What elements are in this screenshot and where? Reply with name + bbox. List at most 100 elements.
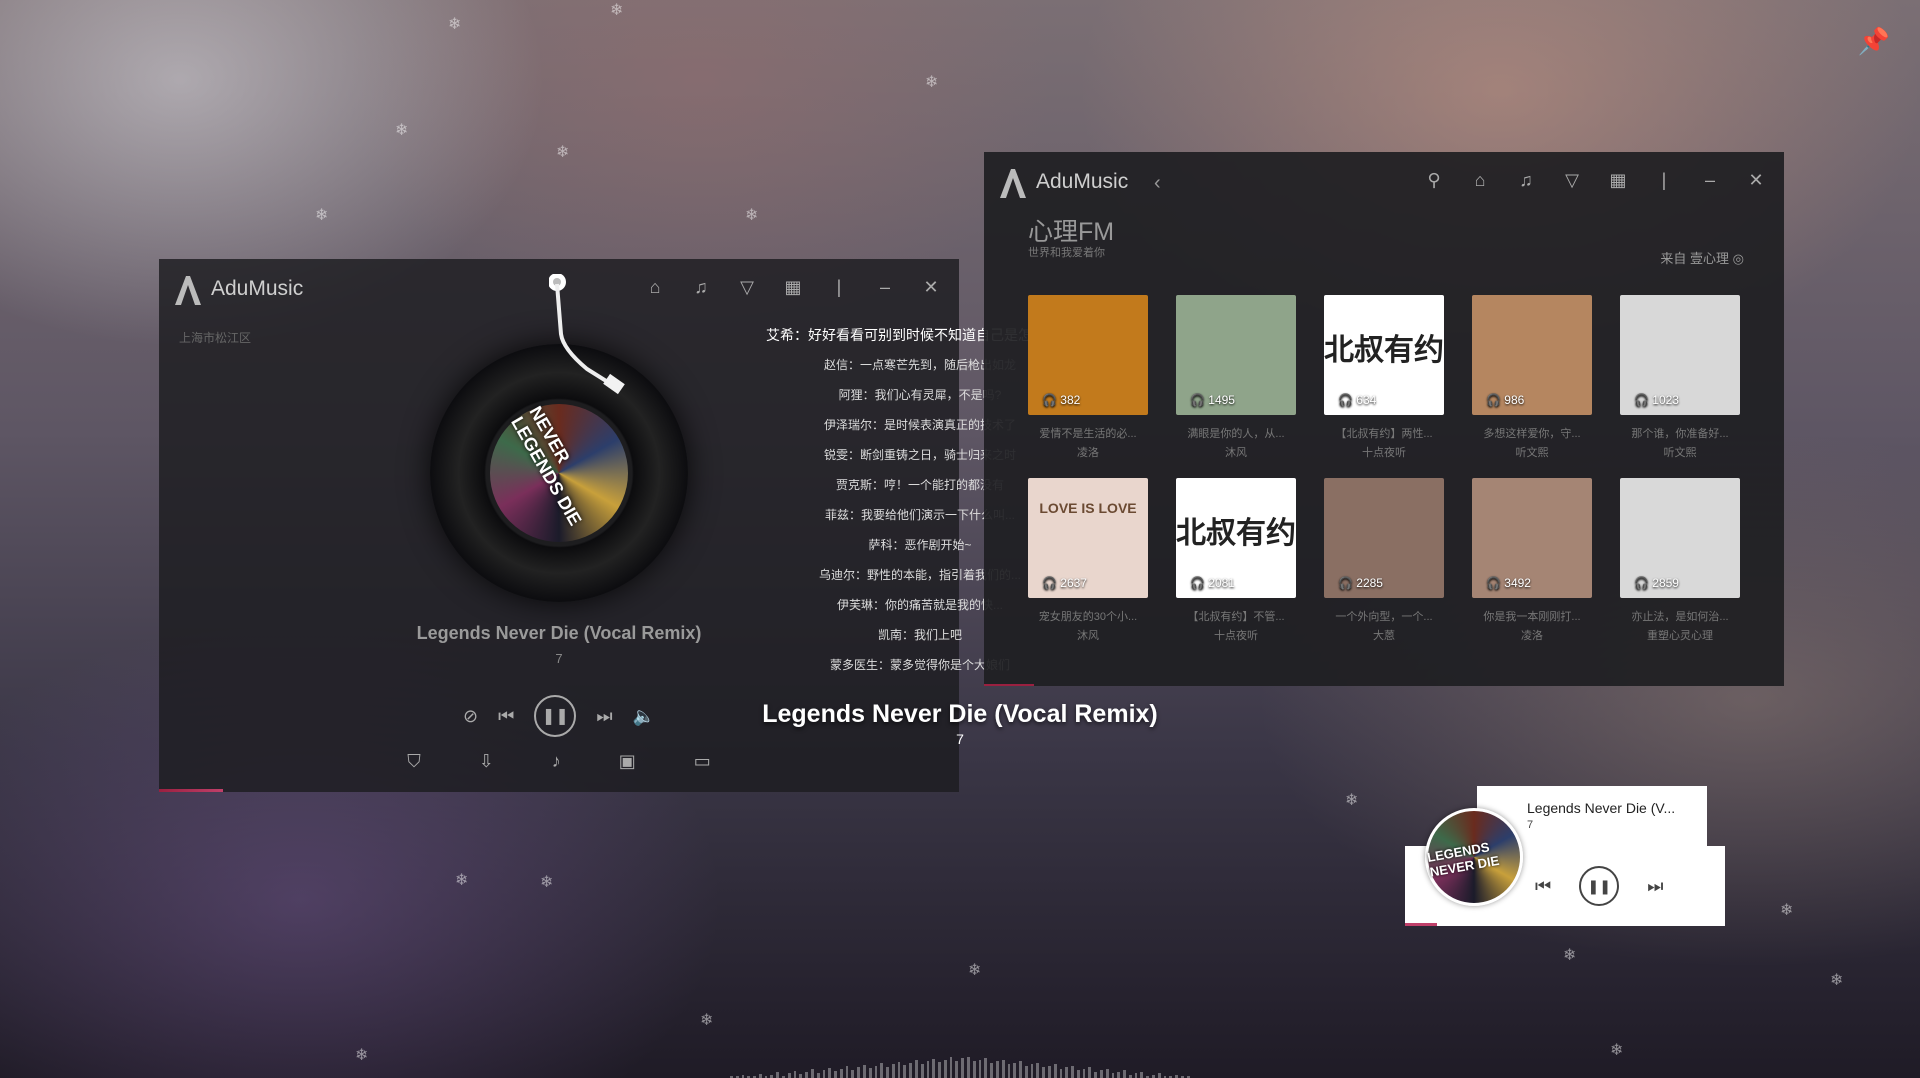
- visualizer-bar: [880, 1063, 884, 1078]
- card-caption[interactable]: 你是我一本刚刚打...: [1472, 608, 1592, 624]
- visualizer-bar: [978, 1059, 982, 1078]
- fm-card[interactable]: 北叔有约 🎧 634 【北叔有约】两性... 十点夜听: [1324, 295, 1444, 460]
- fm-cover[interactable]: 🎧 986: [1472, 295, 1592, 415]
- app-logo-icon: [1000, 169, 1026, 198]
- playback-progress[interactable]: [159, 789, 223, 792]
- title-bar[interactable]: AduMusic ‹ ⚲ ⌂ ♫ ▽ ▦ | – ✕: [984, 152, 1784, 212]
- snowflake-icon: ❄: [315, 207, 329, 224]
- album-art: NEVER LEGENDS DIE: [490, 403, 628, 542]
- fm-cover[interactable]: 🎧 382: [1028, 295, 1148, 415]
- snowflake-icon: ❄: [1830, 972, 1844, 989]
- visualizer-bar: [758, 1073, 762, 1078]
- music-note-icon[interactable]: ♫: [689, 277, 713, 298]
- pin-icon[interactable]: 📌: [1858, 26, 1890, 57]
- card-caption[interactable]: 那个谁，你准备好...: [1620, 425, 1740, 441]
- source-link[interactable]: 来自 壹心理 ◎: [1660, 248, 1744, 267]
- visualizer-bar: [1053, 1064, 1057, 1078]
- play-mode-icon[interactable]: ⊘: [463, 706, 478, 727]
- snowflake-icon: ❄: [455, 872, 469, 889]
- listen-count: 🎧 2859: [1634, 576, 1679, 590]
- app-name: AduMusic: [211, 277, 304, 300]
- card-caption[interactable]: 多想这样爱你，守...: [1472, 425, 1592, 441]
- fm-cover[interactable]: 🎧 2285: [1324, 478, 1444, 598]
- fm-card[interactable]: 🎧 1023 那个谁，你准备好... 听文熙: [1620, 295, 1740, 460]
- listen-count: 🎧 382: [1042, 393, 1080, 407]
- back-icon[interactable]: ‹: [1154, 172, 1161, 195]
- apps-icon[interactable]: ▦: [781, 277, 805, 298]
- visualizer-bar: [938, 1062, 941, 1078]
- visualizer-bar: [1134, 1073, 1138, 1078]
- pause-icon: ❚❚: [541, 708, 569, 725]
- snowflake-icon: ❄: [448, 16, 462, 33]
- fm-card[interactable]: 北叔有约 🎧 2081 【北叔有约】不管... 十点夜听: [1176, 478, 1296, 643]
- close-icon[interactable]: ✕: [1744, 170, 1768, 191]
- skin-icon[interactable]: ▽: [735, 277, 759, 298]
- card-caption[interactable]: 【北叔有约】不管...: [1176, 608, 1296, 624]
- fm-cover[interactable]: 🎧 1495: [1176, 295, 1296, 415]
- card-author: 重塑心灵心理: [1647, 630, 1713, 642]
- lyrics-icon[interactable]: ♪: [552, 751, 561, 772]
- visualizer-bar: [1175, 1074, 1178, 1078]
- snowflake-icon: ❄: [1780, 902, 1794, 919]
- tv-icon[interactable]: ▭: [694, 751, 711, 772]
- fm-card[interactable]: 🎧 2859 亦止法，是如何治... 重塑心灵心理: [1620, 478, 1740, 643]
- visualizer-bar: [1082, 1068, 1086, 1078]
- skin-icon[interactable]: ▽: [1560, 170, 1584, 191]
- visualizer-bar: [834, 1071, 837, 1078]
- volume-icon[interactable]: 🔈: [633, 706, 655, 727]
- next-icon[interactable]: ⏭: [596, 706, 612, 727]
- minimize-icon[interactable]: –: [1698, 170, 1722, 191]
- fm-cover[interactable]: 北叔有约 🎧 634: [1324, 295, 1444, 415]
- bookmark-icon[interactable]: ⛉: [407, 751, 421, 772]
- fm-card[interactable]: LOVE IS LOVE 🎧 2637 宠女朋友的30个小... 沐风: [1028, 478, 1148, 643]
- fm-cover[interactable]: 🎧 2859: [1620, 478, 1740, 598]
- visualizer-bar: [1030, 1064, 1034, 1078]
- card-caption[interactable]: 爱情不是生活的必...: [1028, 425, 1148, 441]
- previous-icon[interactable]: ⏮: [498, 706, 514, 727]
- home-icon[interactable]: ⌂: [1468, 170, 1492, 191]
- next-icon[interactable]: ⏭: [1647, 876, 1663, 897]
- minimize-icon[interactable]: –: [873, 277, 897, 298]
- pause-button[interactable]: ❚❚: [1579, 866, 1620, 906]
- download-icon[interactable]: ⇩: [479, 751, 494, 772]
- card-caption[interactable]: 满眼是你的人，从...: [1176, 425, 1296, 441]
- card-caption[interactable]: 宠女朋友的30个小...: [1028, 608, 1148, 624]
- close-icon[interactable]: ✕: [919, 277, 943, 298]
- fm-cover[interactable]: 🎧 1023: [1620, 295, 1740, 415]
- visualizer-bar: [909, 1062, 912, 1078]
- fm-card[interactable]: 🎧 3492 你是我一本刚刚打... 凌洛: [1472, 478, 1592, 643]
- card-caption[interactable]: 亦止法，是如何治...: [1620, 608, 1740, 624]
- visualizer-bar: [984, 1058, 988, 1078]
- image-icon[interactable]: ▣: [619, 751, 636, 772]
- mini-progress[interactable]: [1405, 923, 1437, 926]
- music-note-icon[interactable]: ♫: [1514, 170, 1538, 191]
- app-logo-icon: [175, 276, 201, 305]
- visualizer-bar: [839, 1068, 843, 1078]
- fm-card[interactable]: 🎧 986 多想这样爱你，守... 听文熙: [1472, 295, 1592, 460]
- card-caption[interactable]: 【北叔有约】两性...: [1324, 425, 1444, 441]
- divider: |: [836, 277, 842, 297]
- fm-cover[interactable]: 北叔有约 🎧 2081: [1176, 478, 1296, 598]
- fm-cover[interactable]: 🎧 3492: [1472, 478, 1592, 598]
- fm-card[interactable]: 🎧 2285 一个外向型，一个... 大蒽: [1324, 478, 1444, 643]
- card-author: 沐风: [1077, 630, 1099, 642]
- card-caption[interactable]: 一个外向型，一个...: [1324, 608, 1444, 624]
- home-icon[interactable]: ⌂: [643, 277, 667, 298]
- fm-window: AduMusic ‹ ⚲ ⌂ ♫ ▽ ▦ | – ✕ 心理FM 世界和我爱着你 …: [984, 152, 1784, 686]
- listen-count: 🎧 2285: [1338, 576, 1383, 590]
- card-author: 十点夜听: [1362, 447, 1406, 459]
- pause-button[interactable]: ❚❚: [534, 695, 577, 737]
- listen-count: 🎧 1023: [1634, 393, 1679, 407]
- fm-card[interactable]: 🎧 382 爱情不是生活的必... 凌洛: [1028, 295, 1148, 460]
- mini-album-art[interactable]: LEGENDS NEVER DIE: [1425, 808, 1523, 906]
- apps-icon[interactable]: ▦: [1606, 170, 1630, 191]
- cover-logo-text: 北叔有约: [1324, 334, 1444, 367]
- card-author: 十点夜听: [1214, 630, 1258, 642]
- search-icon[interactable]: ⚲: [1422, 170, 1446, 191]
- fm-card[interactable]: 🎧 1495 满眼是你的人，从... 沐风: [1176, 295, 1296, 460]
- visualizer-bar: [1157, 1073, 1161, 1078]
- fm-cover[interactable]: LOVE IS LOVE 🎧 2637: [1028, 478, 1148, 598]
- listen-count: 🎧 2637: [1042, 576, 1087, 590]
- previous-icon[interactable]: ⏮: [1535, 876, 1551, 897]
- visualizer-bar: [1105, 1068, 1109, 1078]
